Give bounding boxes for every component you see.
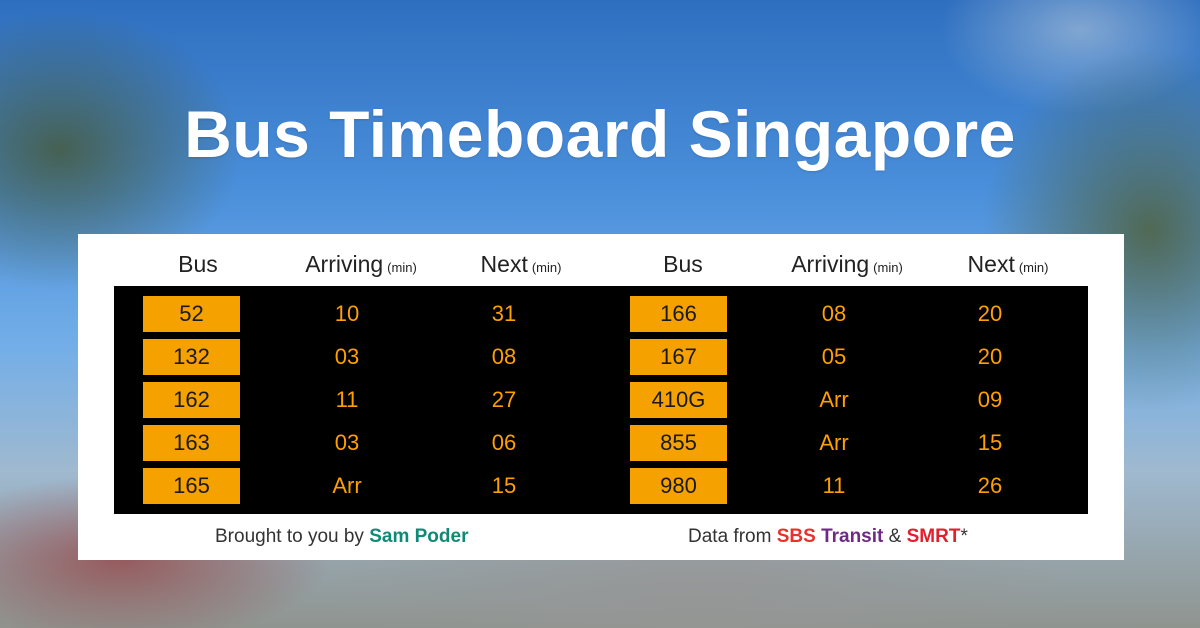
bus-number[interactable]: 166 [630, 296, 727, 332]
table-row: 410G Arr 09 [114, 382, 1088, 418]
header-bus-right: Bus [663, 251, 703, 277]
header-arriving-right: Arriving (min) [791, 251, 903, 277]
arriving-time: Arr [819, 387, 849, 412]
data-prefix: Data from [688, 526, 777, 547]
table-row: 855 Arr 15 [114, 425, 1088, 461]
ampersand: & [888, 526, 902, 547]
header-bus-left: Bus [178, 251, 218, 277]
bus-number[interactable]: 855 [630, 425, 727, 461]
author-link[interactable]: Sam Poder [369, 526, 468, 547]
credit-line: Brought to you by Sam Poder [215, 522, 468, 552]
next-time: 20 [977, 301, 1003, 326]
transit-link[interactable]: Transit [821, 526, 883, 547]
bus-number[interactable]: 167 [630, 339, 727, 375]
footnote-asterisk: * [960, 526, 968, 547]
header-next-right: Next (min) [967, 251, 1049, 277]
bus-number[interactable]: 410G [630, 382, 727, 418]
arriving-time: 05 [821, 344, 847, 369]
arriving-time: 11 [822, 473, 846, 498]
table-row: 166 08 20 [114, 296, 1088, 332]
arriving-time: Arr [819, 430, 849, 455]
arrival-board: 52 10 31 132 03 08 162 11 27 163 03 06 1… [114, 286, 1088, 514]
next-time: 15 [977, 430, 1003, 455]
page-title: Bus Timeboard Singapore [184, 97, 1016, 171]
data-source-line: Data from SBS Transit & SMRT* [688, 522, 968, 552]
header-arriving-left: Arriving (min) [305, 251, 417, 277]
smrt-link[interactable]: SMRT [907, 526, 961, 547]
credit-prefix: Brought to you by [215, 526, 370, 547]
table-row: 980 11 26 [114, 468, 1088, 504]
table-row: 167 05 20 [114, 339, 1088, 375]
next-time: 09 [977, 387, 1003, 412]
timeboard-card: Bus Arriving (min) Next (min) Bus Arriving… [78, 234, 1124, 560]
next-time: 20 [977, 344, 1003, 369]
header-next-left: Next (min) [480, 251, 562, 277]
next-time: 26 [977, 473, 1003, 498]
sbs-link[interactable]: SBS [777, 526, 816, 547]
arriving-time: 08 [821, 301, 847, 326]
bus-number[interactable]: 980 [630, 468, 727, 504]
